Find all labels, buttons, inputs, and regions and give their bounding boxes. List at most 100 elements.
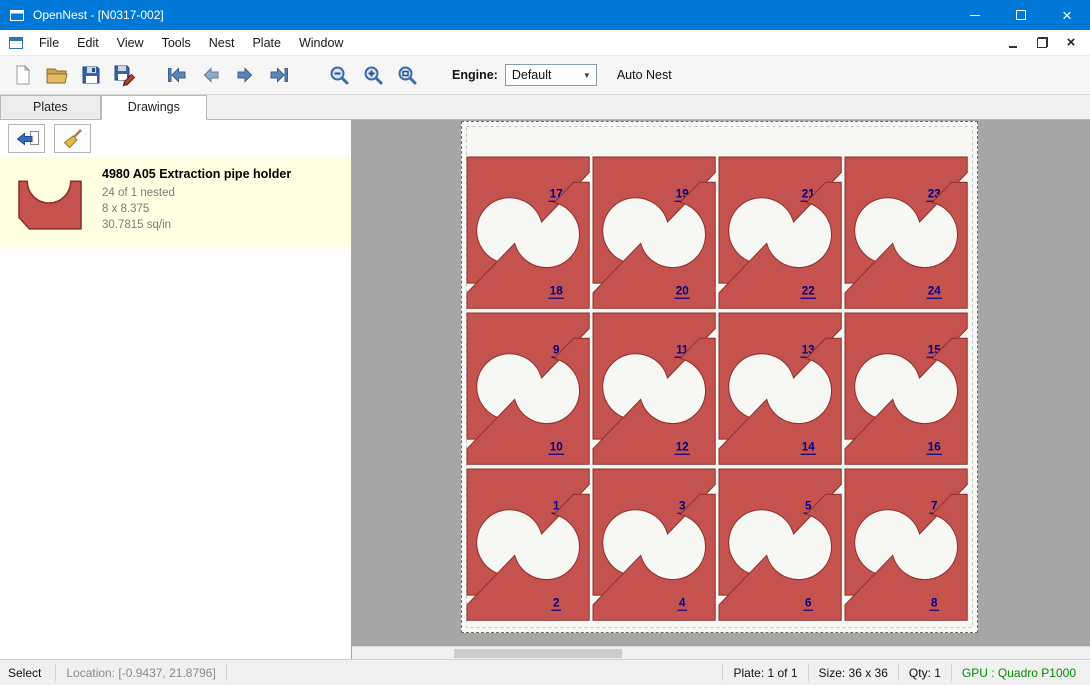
nested-pair: 2122: [719, 157, 841, 308]
plate[interactable]: 171819202122232491011121314151612345678: [461, 121, 978, 633]
title-bar: OpenNest - [N0317-002] ×: [0, 0, 1090, 30]
nested-pair: 2324: [845, 157, 967, 308]
previous-arrow-icon: [200, 64, 222, 86]
back-arrow-page-icon: [14, 129, 40, 149]
part-number-label: 22: [802, 285, 815, 298]
zoom-out-button[interactable]: [322, 60, 356, 91]
close-button[interactable]: ×: [1044, 0, 1090, 30]
content-area: 4980 A05 Extraction pipe holder 24 of 1 …: [0, 120, 1090, 659]
app-window: OpenNest - [N0317-002] × File Edit View …: [0, 0, 1090, 685]
close-icon: ×: [1062, 7, 1072, 24]
last-plate-button[interactable]: [262, 60, 296, 91]
scrollbar-thumb[interactable]: [454, 649, 622, 658]
mdi-minimize-button[interactable]: [1006, 36, 1020, 50]
mdi-restore-button[interactable]: [1035, 36, 1049, 50]
save-icon: [80, 64, 102, 86]
status-mode: Select: [0, 666, 55, 680]
part-number-label: 18: [550, 285, 563, 298]
tab-plates[interactable]: Plates: [0, 95, 101, 119]
menu-window[interactable]: Window: [290, 30, 352, 55]
part-number-label: 6: [805, 597, 812, 610]
drawing-title: 4980 A05 Extraction pipe holder: [102, 167, 291, 181]
zoom-out-icon: [328, 64, 350, 86]
part-number-label: 12: [676, 441, 689, 454]
part-number-underline: [800, 454, 816, 455]
part-number-label: 14: [802, 441, 815, 454]
part-number-underline: [548, 454, 564, 455]
mdi-minimize-icon: [1009, 46, 1017, 48]
mdi-close-button[interactable]: ×: [1064, 36, 1078, 50]
status-qty: Qty: 1: [899, 666, 951, 680]
part-number-underline: [926, 454, 942, 455]
next-plate-button[interactable]: [228, 60, 262, 91]
part-number-underline: [674, 298, 690, 299]
status-location: Location: [-0.9437, 21.8796]: [56, 666, 225, 680]
first-arrow-icon: [166, 64, 188, 86]
previous-plate-button[interactable]: [194, 60, 228, 91]
document-icon[interactable]: [8, 35, 24, 51]
open-button[interactable]: [40, 60, 74, 91]
part-number-label: 20: [676, 285, 689, 298]
part-number-label: 8: [931, 597, 938, 610]
open-folder-icon: [45, 63, 69, 87]
new-button[interactable]: [6, 60, 40, 91]
nested-pair: 78: [845, 469, 967, 620]
menu-plate[interactable]: Plate: [243, 30, 290, 55]
zoom-fit-icon: [396, 64, 418, 86]
window-title: OpenNest - [N0317-002]: [33, 8, 164, 22]
part-number-underline: [674, 454, 690, 455]
auto-nest-button[interactable]: Auto Nest: [617, 68, 672, 82]
engine-selected-value: Default: [512, 68, 552, 82]
mdi-close-icon: ×: [1067, 35, 1076, 50]
first-plate-button[interactable]: [160, 60, 194, 91]
zoom-in-icon: [362, 64, 384, 86]
tab-drawings[interactable]: Drawings: [101, 95, 207, 120]
part-number-underline: [548, 298, 564, 299]
panel-tab-strip: Plates Drawings: [0, 95, 1090, 120]
menu-edit[interactable]: Edit: [68, 30, 108, 55]
engine-select[interactable]: Default ▼: [505, 64, 597, 86]
clear-button[interactable]: [54, 124, 91, 153]
nest-canvas[interactable]: 171819202122232491011121314151612345678: [352, 120, 1090, 659]
zoom-in-button[interactable]: [356, 60, 390, 91]
nested-pair: 34: [593, 469, 715, 620]
maximize-icon: [1016, 10, 1026, 20]
part-number-label: 4: [679, 597, 686, 610]
part-number-underline: [929, 610, 939, 611]
drawing-dimensions: 8 x 8.375: [102, 201, 291, 217]
drawing-list-item[interactable]: 4980 A05 Extraction pipe holder 24 of 1 …: [0, 157, 351, 247]
drawing-nested-count: 24 of 1 nested: [102, 185, 291, 201]
nested-pair: 910: [467, 313, 589, 464]
engine-label: Engine:: [452, 68, 498, 82]
menu-nest[interactable]: Nest: [200, 30, 244, 55]
maximize-button[interactable]: [998, 0, 1044, 30]
next-arrow-icon: [234, 64, 256, 86]
horizontal-scrollbar[interactable]: [352, 646, 1090, 659]
send-to-plate-button[interactable]: [8, 124, 45, 153]
drawings-panel-toolbar: [0, 120, 351, 157]
chevron-down-icon: ▼: [583, 71, 596, 80]
status-gpu: GPU : Quadro P1000: [952, 666, 1090, 680]
part-number-underline: [926, 298, 942, 299]
nested-pair: 56: [719, 469, 841, 620]
nested-pair: 1920: [593, 157, 715, 308]
part-thumbnail-path: [19, 181, 81, 229]
new-file-icon: [12, 64, 34, 86]
save-edit-icon: [113, 63, 137, 87]
nested-pair: 1516: [845, 313, 967, 464]
app-icon: [9, 7, 25, 23]
save-button[interactable]: [74, 60, 108, 91]
menu-view[interactable]: View: [108, 30, 153, 55]
menu-file[interactable]: File: [30, 30, 68, 55]
menu-bar: File Edit View Tools Nest Plate Window ×: [0, 30, 1090, 56]
status-plate: Plate: 1 of 1: [723, 666, 807, 680]
zoom-fit-button[interactable]: [390, 60, 424, 91]
part-number-label: 10: [550, 441, 563, 454]
menu-tools[interactable]: Tools: [153, 30, 200, 55]
nested-pair: 12: [467, 469, 589, 620]
nested-pair: 1718: [467, 157, 589, 308]
save-as-button[interactable]: [108, 60, 142, 91]
minimize-button[interactable]: [952, 0, 998, 30]
part-number-label: 2: [553, 597, 559, 610]
part-number-underline: [551, 610, 561, 611]
